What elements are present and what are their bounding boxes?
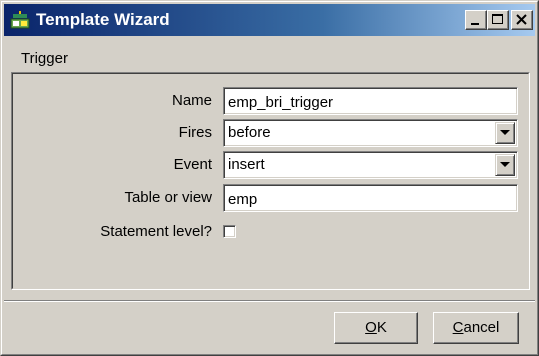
- table-or-view-input[interactable]: [228, 189, 488, 209]
- button-bar-separator: [4, 300, 535, 302]
- maximize-button[interactable]: [487, 10, 509, 30]
- ok-label-rest: K: [376, 319, 387, 336]
- cancel-button[interactable]: Cancel: [433, 312, 519, 344]
- table-or-view-field[interactable]: [223, 184, 518, 212]
- statement-level-checkbox[interactable]: [223, 225, 236, 238]
- fires-label: Fires: [178, 124, 212, 141]
- close-button[interactable]: [511, 10, 533, 30]
- event-select[interactable]: insert: [223, 151, 518, 179]
- event-selected-value: insert: [228, 156, 265, 173]
- cancel-mnemonic: C: [452, 319, 464, 336]
- ok-mnemonic: O: [365, 319, 377, 336]
- wizard-app-icon: [10, 10, 30, 30]
- event-label: Event: [173, 156, 212, 173]
- name-label: Name: [171, 92, 212, 109]
- minimize-icon: [471, 23, 479, 25]
- event-dropdown-button[interactable]: [495, 154, 515, 176]
- table-or-view-label: Table or view: [124, 189, 212, 206]
- maximize-icon: [492, 14, 503, 24]
- chevron-down-icon: [500, 162, 510, 167]
- title-bar[interactable]: Template Wizard: [4, 4, 535, 36]
- chevron-down-icon: [500, 130, 510, 135]
- minimize-button[interactable]: [465, 10, 487, 30]
- trigger-section-label: Trigger: [21, 50, 68, 67]
- close-icon: [516, 14, 527, 25]
- fires-selected-value: before: [228, 124, 271, 141]
- ok-button[interactable]: OK: [334, 312, 418, 344]
- window-title: Template Wizard: [36, 10, 170, 29]
- fires-select[interactable]: before: [223, 119, 518, 147]
- statement-level-label: Statement level?: [100, 223, 212, 240]
- cancel-label-rest: ancel: [463, 319, 500, 336]
- template-wizard-window: Template Wizard Trigger Name Fires befor…: [0, 0, 539, 356]
- name-input[interactable]: [228, 92, 488, 112]
- name-field[interactable]: [223, 87, 518, 115]
- fires-dropdown-button[interactable]: [495, 122, 515, 144]
